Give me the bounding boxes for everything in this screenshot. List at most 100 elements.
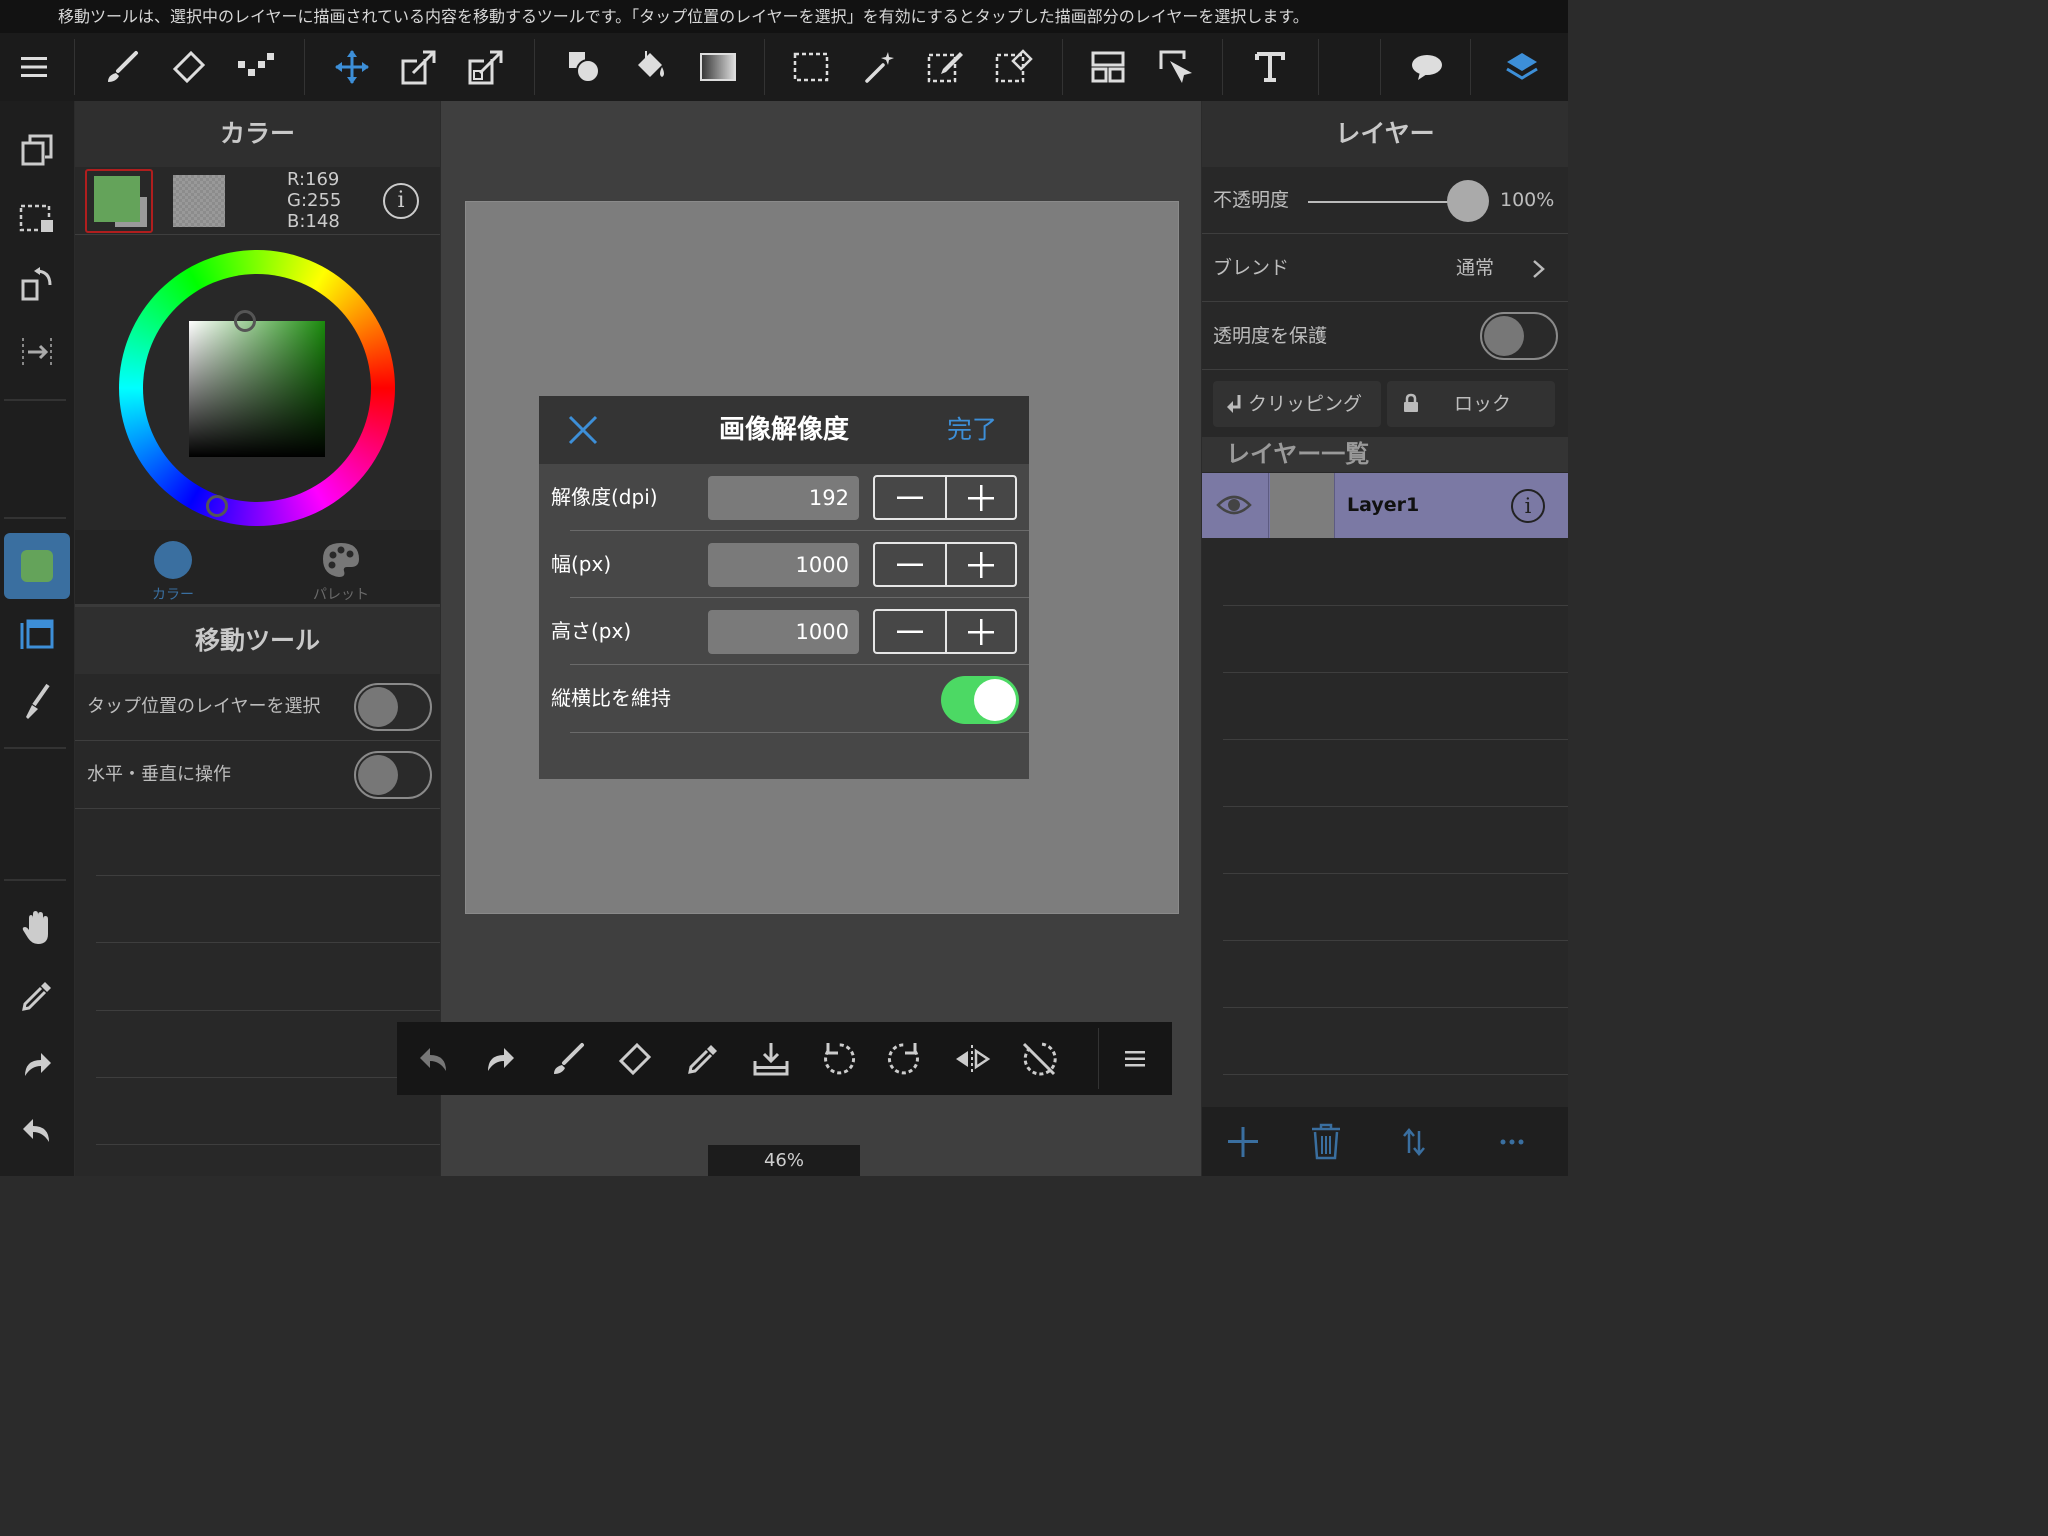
height-input[interactable]: 1000 xyxy=(708,610,859,654)
flip-horizontal-icon[interactable] xyxy=(950,1037,994,1081)
saturation-square[interactable] xyxy=(189,321,325,457)
gradient-icon[interactable] xyxy=(696,45,740,89)
layer-thumbnail xyxy=(1270,473,1334,538)
transparent-color[interactable] xyxy=(173,175,225,227)
opacity-slider[interactable] xyxy=(1308,180,1489,222)
operation-icon[interactable] xyxy=(1154,45,1198,89)
reorder-icon[interactable] xyxy=(1402,1127,1426,1157)
layer-panel: レイヤー 不透明度 100% ブレンド 通常 透明度を保護 クリッピング ロック… xyxy=(1202,101,1568,1176)
select-pen-icon[interactable] xyxy=(924,45,968,89)
chevron-right-icon xyxy=(1532,259,1546,279)
width-minus-button[interactable] xyxy=(875,544,945,585)
undo-icon[interactable] xyxy=(412,1037,456,1081)
dot-brush-icon[interactable] xyxy=(234,45,278,89)
add-layer-icon[interactable] xyxy=(1228,1127,1258,1157)
palette-icon[interactable] xyxy=(321,541,361,579)
layer-info-icon[interactable]: i xyxy=(1511,489,1545,523)
mesh-transform-icon[interactable] xyxy=(464,45,508,89)
undo-icon[interactable] xyxy=(12,1105,62,1155)
height-stepper xyxy=(873,609,1017,654)
dpi-plus-button[interactable] xyxy=(945,477,1015,518)
blend-label: ブレンド xyxy=(1213,257,1290,279)
dpi-minus-button[interactable] xyxy=(875,477,945,518)
redo-icon[interactable] xyxy=(12,1039,62,1089)
opacity-slider-knob[interactable] xyxy=(1447,180,1489,222)
eyedropper-icon[interactable] xyxy=(12,971,62,1021)
fill-bucket-icon[interactable] xyxy=(628,45,672,89)
clipping-label: クリッピング xyxy=(1248,393,1363,415)
shape-icon[interactable] xyxy=(562,45,606,89)
eyedropper-icon[interactable] xyxy=(681,1037,725,1081)
select-rect-icon[interactable] xyxy=(789,45,833,89)
redo-icon[interactable] xyxy=(478,1037,522,1081)
height-plus-button[interactable] xyxy=(945,611,1015,652)
clipping-button[interactable]: クリッピング xyxy=(1213,381,1381,427)
blend-row[interactable]: ブレンド 通常 xyxy=(1202,235,1568,302)
dpi-row: 解像度(dpi) 192 xyxy=(539,464,1029,531)
hv-toggle[interactable] xyxy=(354,751,432,799)
width-plus-button[interactable] xyxy=(945,544,1015,585)
layers-icon[interactable] xyxy=(1500,45,1544,89)
done-button[interactable]: 完了 xyxy=(947,396,997,464)
reset-rotation-icon[interactable] xyxy=(1017,1037,1061,1081)
lock-button[interactable]: ロック xyxy=(1387,381,1555,427)
transform-icon[interactable] xyxy=(397,45,441,89)
option-hv-row: 水平・垂直に操作 xyxy=(75,742,440,809)
layer-name: Layer1 xyxy=(1347,494,1420,516)
color-info-icon[interactable]: i xyxy=(383,183,419,219)
brush-size-icon[interactable] xyxy=(12,677,62,727)
trash-icon[interactable] xyxy=(1310,1122,1342,1160)
tab-color[interactable]: カラー xyxy=(135,584,211,604)
dpi-label: 解像度(dpi) xyxy=(551,485,658,509)
foreground-color[interactable] xyxy=(85,169,153,233)
height-label: 高さ(px) xyxy=(551,619,632,643)
eraser-icon[interactable] xyxy=(167,45,211,89)
tap-select-toggle[interactable] xyxy=(354,683,432,731)
keep-ratio-row: 縦横比を維持 xyxy=(539,665,1029,733)
rgb-g: G:255 xyxy=(287,190,342,211)
save-download-icon[interactable] xyxy=(749,1037,793,1081)
balloon-icon[interactable] xyxy=(1405,45,1449,89)
left-rail xyxy=(0,101,74,1176)
eraser-icon[interactable] xyxy=(613,1037,657,1081)
width-input[interactable]: 1000 xyxy=(708,543,859,587)
layer-row[interactable]: Layer1 i xyxy=(1202,473,1568,538)
keep-ratio-toggle[interactable] xyxy=(941,676,1019,724)
frame-divider-icon[interactable] xyxy=(1086,45,1130,89)
height-row: 高さ(px) 1000 xyxy=(539,598,1029,665)
layer-preview-icon[interactable] xyxy=(12,609,62,659)
hue-handle[interactable] xyxy=(206,495,228,517)
menu-icon[interactable] xyxy=(12,45,56,89)
rotate-left-icon[interactable] xyxy=(816,1037,860,1081)
canvas-pages-icon[interactable] xyxy=(12,125,62,175)
lock-label: ロック xyxy=(1454,393,1512,415)
flip-canvas-icon[interactable] xyxy=(12,327,62,377)
brush-icon[interactable] xyxy=(546,1037,590,1081)
eye-icon[interactable] xyxy=(1216,492,1252,518)
rgb-b: B:148 xyxy=(287,211,340,232)
selection-layer-icon[interactable] xyxy=(12,193,62,243)
more-icon[interactable] xyxy=(1500,1139,1524,1145)
dialog-header: 画像解像度 完了 xyxy=(539,396,1029,464)
hand-icon[interactable] xyxy=(12,903,62,953)
sv-handle[interactable] xyxy=(234,310,256,332)
color-button[interactable] xyxy=(4,533,70,599)
color-tab-icon[interactable] xyxy=(154,541,192,579)
move-icon[interactable] xyxy=(330,45,374,89)
zoom-level: 46% xyxy=(708,1145,860,1176)
protect-alpha-toggle[interactable] xyxy=(1480,312,1558,360)
rotate-canvas-icon[interactable] xyxy=(12,259,62,309)
brush-icon[interactable] xyxy=(100,45,144,89)
protect-alpha-row: 透明度を保護 xyxy=(1202,303,1568,370)
text-icon[interactable] xyxy=(1248,45,1292,89)
option-tap-select-label: タップ位置のレイヤーを選択 xyxy=(87,696,321,717)
layer-panel-title: レイヤー xyxy=(1202,101,1568,167)
select-eraser-icon[interactable] xyxy=(992,45,1036,89)
rotate-right-icon[interactable] xyxy=(883,1037,927,1081)
quick-menu-icon[interactable] xyxy=(1113,1037,1157,1081)
height-minus-button[interactable] xyxy=(875,611,945,652)
tab-palette[interactable]: パレット xyxy=(303,584,379,604)
dpi-input[interactable]: 192 xyxy=(708,476,859,520)
magic-wand-icon[interactable] xyxy=(857,45,901,89)
color-wheel-area[interactable] xyxy=(75,236,440,530)
